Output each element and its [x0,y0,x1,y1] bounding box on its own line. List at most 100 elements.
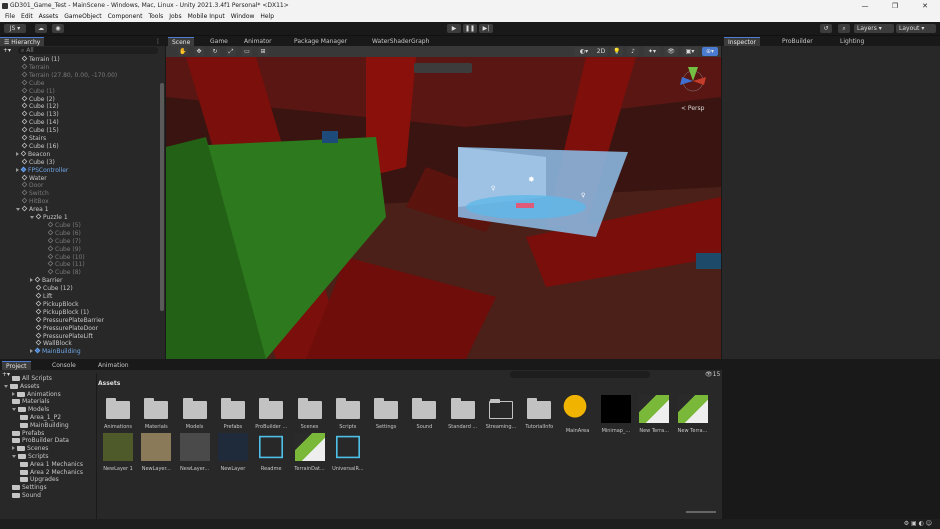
hierarchy-item[interactable]: Cube (12) [35,284,73,293]
folder-tree-item[interactable]: Models [12,406,49,414]
hierarchy-item[interactable]: Puzzle 1 [30,213,68,222]
panel-menu-icon[interactable]: ⋮ [155,37,161,46]
expand-arrow-icon[interactable] [12,455,16,458]
hierarchy-item[interactable]: Beacon [16,150,50,159]
light-gizmo-icon[interactable]: ✸ [528,175,535,184]
menu-item-edit[interactable]: Edit [21,13,33,20]
tab-probuilder[interactable]: ProBuilder [778,37,817,46]
light-gizmo-icon[interactable]: ♀ [491,185,495,192]
expand-arrow-icon[interactable] [16,167,19,172]
folder-tree-item[interactable]: Sound [12,492,41,500]
hierarchy-item[interactable]: Switch [21,189,49,198]
expand-arrow-icon[interactable] [12,446,15,451]
account-dropdown[interactable]: JS ▾ [4,24,26,33]
expand-arrow-icon[interactable] [30,278,33,283]
asset-tile[interactable]: TerrainDat... [292,433,328,472]
step-button[interactable]: ▶| [479,24,493,33]
menu-item-jobs[interactable]: Jobs [169,13,181,20]
hierarchy-item[interactable]: Cube (16) [21,142,59,151]
asset-tile[interactable]: MainArea [560,395,596,434]
hierarchy-item[interactable]: Cube (1) [21,87,55,96]
overlay-toolbar[interactable] [414,63,472,73]
asset-tile[interactable]: Readme [253,433,289,472]
hierarchy-item[interactable]: Cube [21,79,45,88]
tab-game[interactable]: Game [206,37,232,46]
asset-tile[interactable]: NewLayer... [177,433,213,472]
audio-toggle-icon[interactable]: ♪ [627,47,639,56]
asset-tile[interactable]: Settings [368,395,404,430]
menu-item-window[interactable]: Window [231,13,255,20]
folder-tree-item[interactable]: Area 2 Mechanics [20,469,83,477]
asset-tile[interactable]: New Terra... [675,395,711,434]
hierarchy-item[interactable]: PickupBlock (1) [35,308,89,317]
hierarchy-item[interactable]: Door [21,182,43,190]
menu-item-help[interactable]: Help [260,13,274,20]
minimize-button[interactable]: — [850,0,880,12]
tab-watershadergraph[interactable]: WaterShaderGraph [368,37,433,46]
hierarchy-item[interactable]: Stairs [21,134,46,143]
asset-tile[interactable]: Materials [138,395,174,430]
folder-tree-item[interactable]: Animations [12,391,61,399]
search-icon[interactable]: ⌕ [838,24,850,33]
asset-tile[interactable]: NewLayer... [138,433,174,472]
breadcrumb[interactable]: Assets [98,380,120,387]
hierarchy-item[interactable]: Terrain (1) [21,55,60,64]
asset-tile[interactable]: Scripts [330,395,366,430]
folder-tree-item[interactable]: Area_1_P2 [20,414,61,422]
asset-tile[interactable]: Models [177,395,213,430]
menu-item-tools[interactable]: Tools [148,13,163,20]
folder-tree-item[interactable]: Materials [12,398,50,406]
hierarchy-item[interactable]: HitBox [21,197,49,206]
zoom-slider[interactable] [686,511,716,513]
folder-tree-item[interactable]: Upgrades [20,476,59,484]
folder-tree-item[interactable]: Assets [4,383,40,391]
expand-arrow-icon[interactable] [4,384,8,388]
expand-arrow-icon[interactable] [12,391,15,396]
tab-project[interactable]: Project [2,361,31,370]
hierarchy-item[interactable]: PressurePlateDoor [35,324,98,333]
asset-tile[interactable]: Streaming... [483,395,519,430]
hierarchy-item[interactable]: Cube (13) [21,110,59,119]
asset-tile[interactable]: NewLayer [215,433,251,472]
folder-tree-item[interactable]: Settings [12,484,47,492]
light-gizmo-icon[interactable]: ♀ [581,192,585,199]
asset-tile[interactable]: Standard ... [445,395,481,430]
folder-tree-item[interactable]: All Scripts [12,375,52,383]
add-object-button[interactable]: +▾ [3,47,15,54]
close-button[interactable]: ✕ [910,0,940,12]
tab-package-manager[interactable]: Package Manager [290,37,351,46]
gizmos-dropdown[interactable]: ⊕▾ [702,47,718,56]
status-icons[interactable]: ⚙ ▣ ◐ ☺ [904,520,932,527]
hierarchy-item[interactable]: PickupBlock [35,300,79,309]
hierarchy-item[interactable]: Water [21,174,47,183]
play-button[interactable]: ▶ [447,24,461,33]
project-search-input[interactable] [510,371,650,378]
hierarchy-item[interactable]: Cube (14) [21,118,59,127]
tab-inspector[interactable]: Inspector [724,37,760,46]
hierarchy-item[interactable]: Terrain (27.80, 0.00, -170.00) [21,71,117,80]
perspective-label[interactable]: < Persp [681,105,704,112]
asset-tile[interactable]: TutorialInfo [521,395,557,430]
hierarchy-item[interactable]: Cube (2) [21,95,55,104]
menu-item-file[interactable]: File [5,13,15,20]
hierarchy-item[interactable]: MainBuilding [30,347,81,356]
asset-tile[interactable]: Sound [406,395,442,430]
hierarchy-item[interactable]: Cube (10) [47,253,85,262]
hierarchy-item[interactable]: PressurePlateBarrier [35,316,104,325]
menu-item-gameobject[interactable]: GameObject [64,13,101,20]
pause-button[interactable]: ❚❚ [463,24,477,33]
asset-tile[interactable]: Scenes [292,395,328,430]
move-tool-icon[interactable]: ✥ [194,47,204,56]
layout-dropdown[interactable]: Layout ▾ [896,24,936,33]
menu-item-mobile-input[interactable]: Mobile Input [188,13,225,20]
expand-arrow-icon[interactable] [30,216,34,219]
effects-toggle-icon[interactable]: ✦▾ [644,47,660,56]
hierarchy-search-input[interactable]: ⌕ All [18,47,158,54]
hierarchy-item[interactable]: Cube (9) [47,245,81,254]
tab-hierarchy[interactable]: ☰ Hierarchy [0,37,45,46]
hierarchy-item[interactable]: WallBlock [35,340,72,348]
hierarchy-item[interactable]: Cube (12) [21,103,59,111]
hierarchy-item[interactable]: Cube (5) [47,221,81,230]
hierarchy-item[interactable]: Barrier [30,276,62,285]
hierarchy-item[interactable]: Cube (8) [47,268,81,277]
